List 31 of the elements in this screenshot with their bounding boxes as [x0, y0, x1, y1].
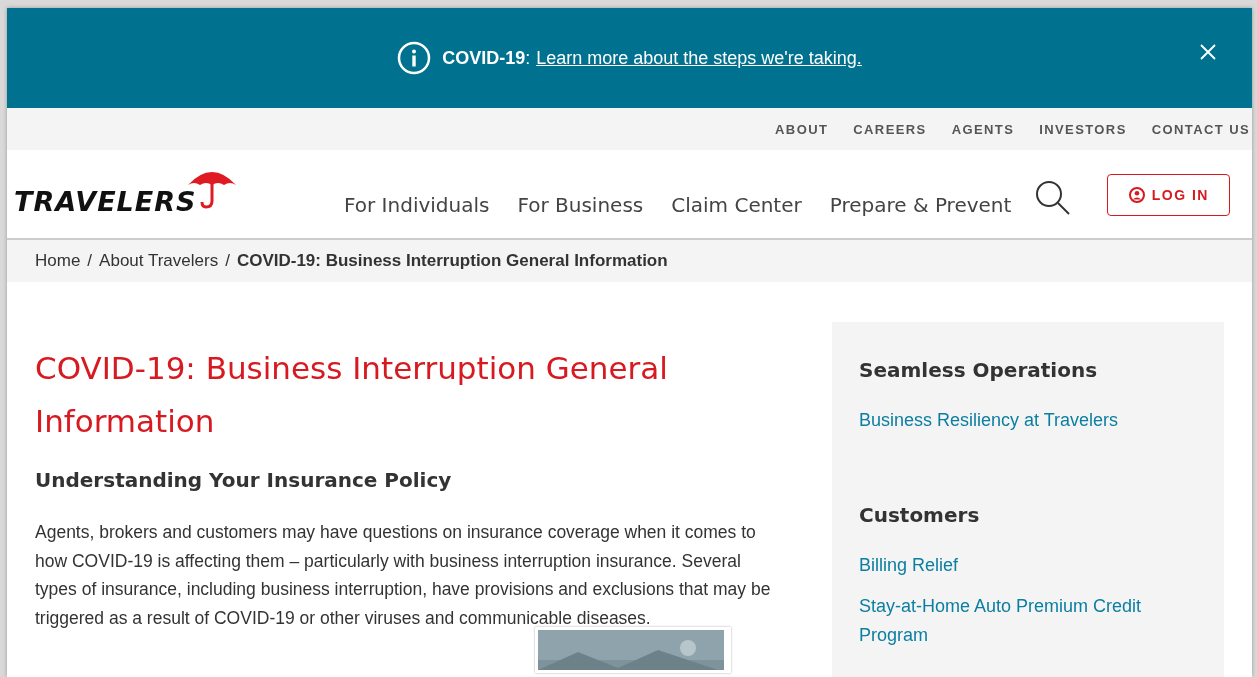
sidebar-heading: Seamless Operations: [859, 358, 1098, 382]
utility-link[interactable]: CONTACT US: [1151, 121, 1250, 137]
banner-label: COVID-19: [442, 47, 526, 69]
login-button[interactable]: LOG IN: [1107, 174, 1231, 216]
sidebar-link[interactable]: Stay-at-Home Auto Premium Credit Program: [859, 592, 1199, 650]
sidebar-link[interactable]: Billing Relief: [859, 551, 1199, 580]
nav-link[interactable]: For Business: [517, 193, 644, 217]
utility-link[interactable]: AGENTS: [951, 121, 1015, 137]
breadcrumb-separator: /: [87, 251, 93, 271]
breadcrumb-link[interactable]: Home: [35, 251, 81, 271]
page-title: COVID-19: Business Interruption General Information: [35, 349, 669, 441]
search-icon[interactable]: [1035, 180, 1072, 216]
breadcrumb-current: COVID-19: Business Interruption General Information: [236, 251, 668, 271]
section-heading: Understanding Your Insurance Policy: [35, 468, 453, 492]
user-icon: [1128, 187, 1145, 203]
close-icon[interactable]: [1200, 44, 1216, 60]
breadcrumb-link[interactable]: About Travelers: [99, 251, 219, 271]
breadcrumb-separator: /: [225, 251, 230, 271]
sidebar-link[interactable]: Business Resiliency at Travelers: [859, 406, 1199, 435]
body-paragraph: Agents, brokers and customers may have questions on insurance coverage when it comes to how COVID-19 is affecting them – particularly with business interruption insurance. Several types of insurance, including business interruption, have provisions and exclusions that may be triggered as a result of COVID-19 or other viruses and communicable diseases.: [35, 521, 772, 630]
nav-link[interactable]: For Individuals: [344, 193, 490, 217]
nav-link[interactable]: Prepare & Prevent: [829, 193, 1012, 217]
logo-wordmark[interactable]: TRAVELERS: [14, 186, 197, 217]
utility-link[interactable]: INVESTORS: [1039, 121, 1127, 137]
sidebar-heading: Customers: [859, 503, 980, 527]
nav-link[interactable]: Claim Center: [671, 193, 802, 217]
info-icon: [397, 41, 432, 75]
utility-link[interactable]: ABOUT: [775, 121, 829, 137]
banner-link[interactable]: Learn more about the steps we're taking.: [536, 47, 862, 69]
banner-separator: :: [525, 47, 531, 69]
utility-link[interactable]: CAREERS: [853, 121, 927, 137]
